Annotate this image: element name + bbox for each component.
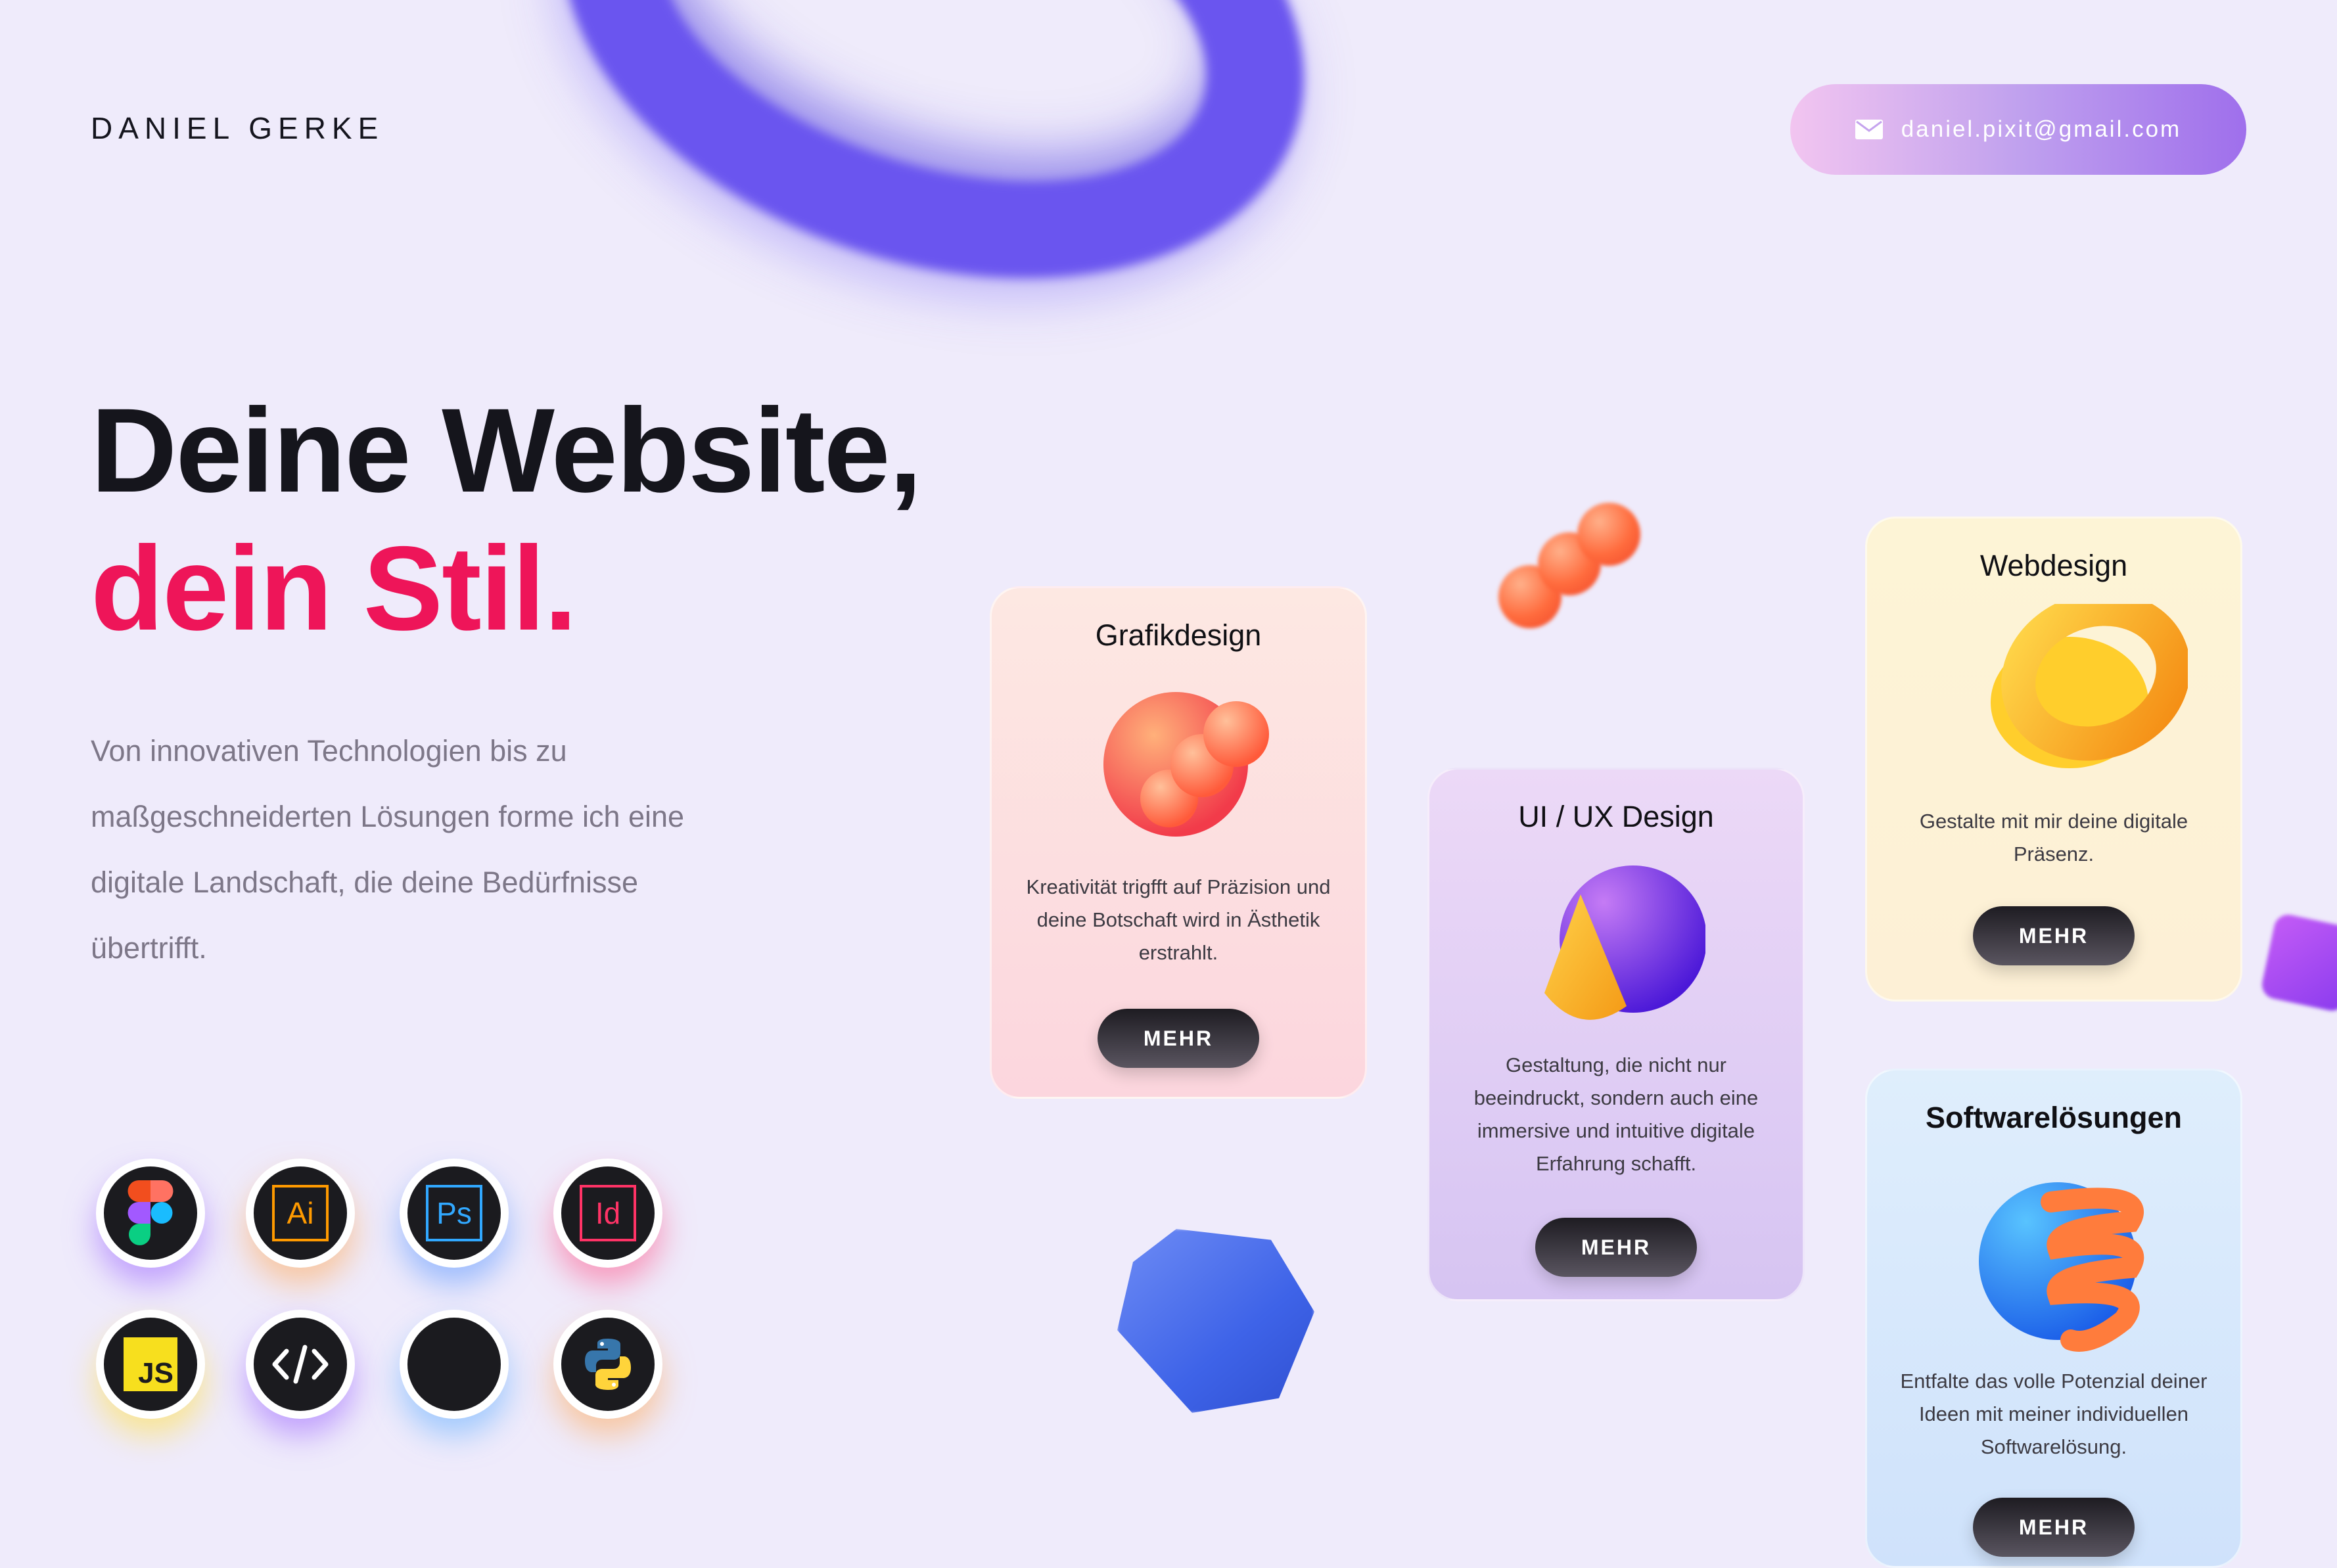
- card-description: Entfalte das volle Potenzial deiner Idee…: [1900, 1370, 2208, 1458]
- webdesign-illustration: [1991, 604, 2188, 768]
- card-description: Gestalte mit mir deine digitale Präsenz.: [1919, 810, 2188, 865]
- card-title: UI / UX Design: [1518, 800, 1714, 833]
- hero-title-line1: Deine Website,: [91, 383, 922, 517]
- figma-logo: [127, 1180, 174, 1245]
- site-logo[interactable]: DANIEL GERKE: [91, 110, 384, 146]
- figma-icon[interactable]: [96, 1159, 205, 1268]
- hero-title-line2: dein Stil.: [91, 521, 577, 655]
- indesign-icon[interactable]: Id: [553, 1159, 662, 1268]
- email-contact-button[interactable]: daniel.pixit@gmail.com: [1790, 84, 2246, 175]
- uiux-illustration: [1544, 865, 1705, 1020]
- python-logo: [585, 1339, 631, 1390]
- code-icon[interactable]: [246, 1310, 355, 1419]
- mehr-button[interactable]: MEHR: [1973, 906, 2135, 965]
- photoshop-icon[interactable]: Ps: [400, 1159, 509, 1268]
- javascript-icon[interactable]: JS: [96, 1310, 205, 1419]
- decorative-blue-gem: [1117, 1229, 1314, 1413]
- mail-icon: [1855, 120, 1883, 139]
- service-card-grafikdesign[interactable]: Grafikdesign Kreativität trigfft auf Prä…: [990, 586, 1367, 1099]
- hero-description: Von innovativen Technologien bis zu maßg…: [91, 734, 685, 965]
- illustrator-badge: Ai: [272, 1185, 329, 1241]
- python-icon[interactable]: [553, 1310, 662, 1419]
- card-description: Gestaltung, die nicht nur beeindruckt, s…: [1473, 1053, 1759, 1175]
- decorative-torus-shape: [493, 0, 1374, 369]
- indesign-badge: Id: [580, 1185, 636, 1241]
- card-title: Webdesign: [1979, 549, 2128, 582]
- service-card-uiux[interactable]: UI / UX Design Gestaltung, die nicht nur…: [1427, 768, 1805, 1301]
- code-brackets-icon: [272, 1345, 329, 1384]
- card-description: Kreativität trigfft auf Präzision und de…: [1026, 875, 1331, 964]
- javascript-badge: JS: [124, 1337, 177, 1391]
- card-title: Softwarelösungen: [1925, 1101, 2183, 1134]
- card-title: Grafikdesign: [1095, 618, 1262, 652]
- software-illustration: [1979, 1182, 2144, 1352]
- grafik-illustration: [1103, 692, 1269, 837]
- decorative-orange-bead: [1577, 503, 1640, 566]
- photoshop-badge: Ps: [426, 1185, 482, 1241]
- blank-icon[interactable]: [400, 1310, 509, 1419]
- service-card-webdesign[interactable]: Webdesign Gestalte mit mir deine digital…: [1865, 517, 2242, 1002]
- service-card-software[interactable]: Softwarelösungen Entfalte das volle Pote…: [1865, 1069, 2242, 1568]
- decorative-purple-cube: [2259, 911, 2337, 1014]
- mehr-button[interactable]: MEHR: [1535, 1218, 1697, 1277]
- email-address: daniel.pixit@gmail.com: [1901, 116, 2182, 142]
- mehr-button[interactable]: MEHR: [1973, 1498, 2135, 1557]
- mehr-button[interactable]: MEHR: [1098, 1009, 1259, 1068]
- illustrator-icon[interactable]: Ai: [246, 1159, 355, 1268]
